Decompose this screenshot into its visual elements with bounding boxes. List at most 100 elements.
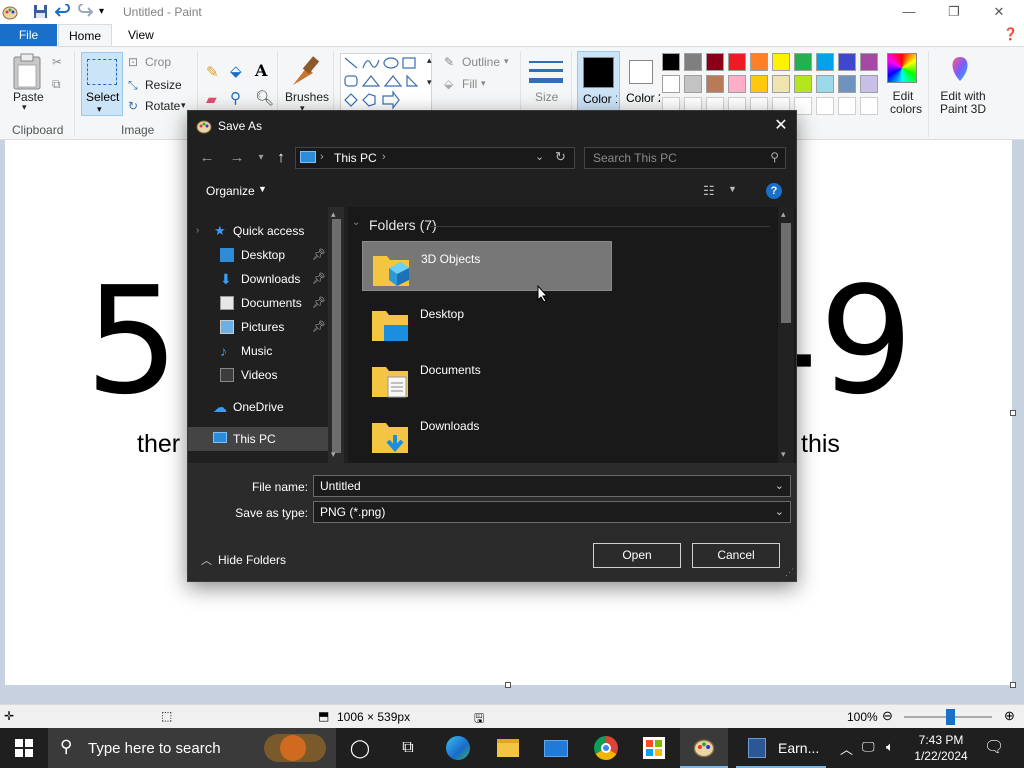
- magnifier-icon[interactable]: 🔍︎: [255, 89, 274, 107]
- fill-bucket-icon[interactable]: ⬙: [230, 62, 242, 80]
- palette-swatch[interactable]: [816, 53, 834, 71]
- brushes-button[interactable]: [289, 55, 323, 89]
- palette-swatch[interactable]: [684, 75, 702, 93]
- copy-icon[interactable]: ⧉: [52, 77, 61, 92]
- fill-button[interactable]: Fill: [462, 77, 477, 91]
- expand-chevron-icon[interactable]: ›: [196, 219, 199, 243]
- organize-dropdown-icon[interactable]: ▼: [258, 184, 267, 194]
- palette-swatch[interactable]: [860, 75, 878, 93]
- minimize-button[interactable]: —: [886, 0, 932, 24]
- save-icon[interactable]: [33, 4, 48, 22]
- cut-icon[interactable]: ✂: [52, 55, 62, 69]
- cancel-button[interactable]: Cancel: [692, 543, 780, 568]
- nav-desktop[interactable]: Desktop 📌︎: [188, 243, 328, 267]
- help-icon[interactable]: ❓: [1003, 27, 1018, 41]
- palette-swatch[interactable]: [860, 53, 878, 71]
- hide-folders-chevron-icon[interactable]: ︿: [201, 552, 212, 568]
- folder-desktop[interactable]: Desktop: [362, 297, 612, 347]
- crop-button[interactable]: Crop: [145, 55, 171, 69]
- group-collapse-icon[interactable]: ⌄: [352, 217, 360, 228]
- breadcrumb-this-pc[interactable]: This PC: [334, 151, 377, 165]
- zoom-slider-thumb[interactable]: [946, 709, 955, 725]
- color2-button[interactable]: Color 2: [622, 51, 662, 117]
- nav-this-pc[interactable]: This PC: [188, 427, 328, 451]
- palette-swatch[interactable]: [838, 75, 856, 93]
- folder-3d-objects[interactable]: 3D Objects: [362, 241, 612, 291]
- canvas-resize-handle-right[interactable]: [1010, 410, 1016, 416]
- up-arrow-icon[interactable]: ↑: [270, 150, 292, 168]
- store-app[interactable]: [630, 728, 678, 768]
- edit-paint3d-button[interactable]: Edit with Paint 3D: [936, 90, 990, 116]
- select-button[interactable]: Select ▾: [81, 52, 123, 116]
- paste-button[interactable]: [10, 53, 44, 91]
- address-dropdown-icon[interactable]: ⌄: [535, 150, 544, 163]
- nav-quick-access[interactable]: › ★ Quick access: [188, 219, 328, 243]
- refresh-icon[interactable]: ↻: [555, 149, 566, 165]
- nav-pictures[interactable]: Pictures 📌︎: [188, 315, 328, 339]
- tab-view[interactable]: View: [116, 24, 166, 46]
- organize-button[interactable]: Organize: [206, 184, 255, 198]
- save-type-dropdown-icon[interactable]: ⌄: [775, 505, 784, 518]
- nav-downloads[interactable]: ⬇ Downloads 📌︎: [188, 267, 328, 291]
- mail-app[interactable]: [532, 728, 580, 768]
- palette-swatch[interactable]: [662, 75, 680, 93]
- customize-qat-icon[interactable]: ▾: [99, 6, 104, 17]
- forward-arrow-icon[interactable]: →: [226, 150, 248, 168]
- search-input[interactable]: Search This PC ⚲: [584, 147, 786, 169]
- clock-date[interactable]: 1/22/2024: [909, 749, 973, 763]
- zoom-in-button[interactable]: ⊕: [1004, 708, 1015, 724]
- close-window-button[interactable]: ✕: [976, 0, 1022, 24]
- maximize-button[interactable]: ❐: [931, 0, 977, 24]
- word-app[interactable]: Earn...: [736, 728, 826, 768]
- select-dropdown-icon[interactable]: ▾: [97, 104, 102, 115]
- nav-scroll-thumb[interactable]: [332, 219, 341, 453]
- outline-dropdown-icon[interactable]: ▾: [504, 56, 509, 67]
- file-name-dropdown-icon[interactable]: ⌄: [775, 479, 784, 492]
- edit-colors-icon[interactable]: [887, 53, 917, 83]
- shapes-scroll-down-icon[interactable]: ▾: [427, 77, 432, 88]
- nav-documents[interactable]: Documents 📌︎: [188, 291, 328, 315]
- start-button[interactable]: [0, 728, 48, 768]
- shapes-gallery[interactable]: [340, 53, 432, 111]
- paste-dropdown-icon[interactable]: ▾: [22, 102, 27, 113]
- dialog-close-button[interactable]: ✕: [766, 111, 796, 141]
- canvas-resize-handle-bottom[interactable]: [505, 682, 511, 688]
- paint-app[interactable]: [680, 728, 728, 768]
- back-arrow-icon[interactable]: ←: [196, 150, 218, 168]
- cortana-button[interactable]: ◯: [336, 728, 384, 768]
- clock-time[interactable]: 7:43 PM: [909, 733, 973, 747]
- palette-swatch-empty[interactable]: [838, 97, 856, 115]
- hide-folders-button[interactable]: Hide Folders: [218, 553, 286, 567]
- content-scrollbar[interactable]: ▴ ▾: [778, 207, 794, 463]
- palette-swatch-empty[interactable]: [860, 97, 878, 115]
- folder-documents[interactable]: Documents: [362, 353, 612, 403]
- size-button[interactable]: [529, 55, 563, 87]
- palette-swatch[interactable]: [706, 53, 724, 71]
- chrome-app[interactable]: [582, 728, 630, 768]
- fill-dropdown-icon[interactable]: ▾: [481, 78, 486, 89]
- tab-home[interactable]: Home: [58, 24, 112, 46]
- folder-downloads[interactable]: Downloads: [362, 409, 612, 459]
- folders-header[interactable]: Folders (7): [369, 217, 437, 233]
- palette-swatch[interactable]: [662, 53, 680, 71]
- canvas-resize-handle-corner[interactable]: [1010, 682, 1016, 688]
- palette-swatch[interactable]: [794, 53, 812, 71]
- palette-swatch[interactable]: [684, 53, 702, 71]
- scroll-up-icon[interactable]: ▴: [781, 209, 786, 220]
- palette-swatch[interactable]: [794, 75, 812, 93]
- resize-grip-icon[interactable]: ⋰: [785, 567, 794, 578]
- tab-file[interactable]: File: [0, 24, 57, 46]
- pencil-icon[interactable]: ✎: [206, 63, 219, 81]
- nav-scrollbar[interactable]: ▴ ▾: [328, 207, 344, 463]
- save-type-select[interactable]: PNG (*.png) ⌄: [313, 501, 791, 523]
- palette-swatch[interactable]: [838, 53, 856, 71]
- palette-swatch[interactable]: [750, 75, 768, 93]
- file-name-input[interactable]: Untitled ⌄: [313, 475, 791, 497]
- volume-muted-icon[interactable]: 🔈︎: [886, 739, 894, 755]
- dialog-help-icon[interactable]: ?: [766, 183, 782, 199]
- view-dropdown-icon[interactable]: ▼: [728, 184, 737, 194]
- show-hidden-icons-icon[interactable]: ︿: [840, 739, 853, 758]
- paint3d-icon[interactable]: [947, 55, 973, 83]
- open-button[interactable]: Open: [593, 543, 681, 568]
- resize-button[interactable]: Resize: [145, 78, 182, 92]
